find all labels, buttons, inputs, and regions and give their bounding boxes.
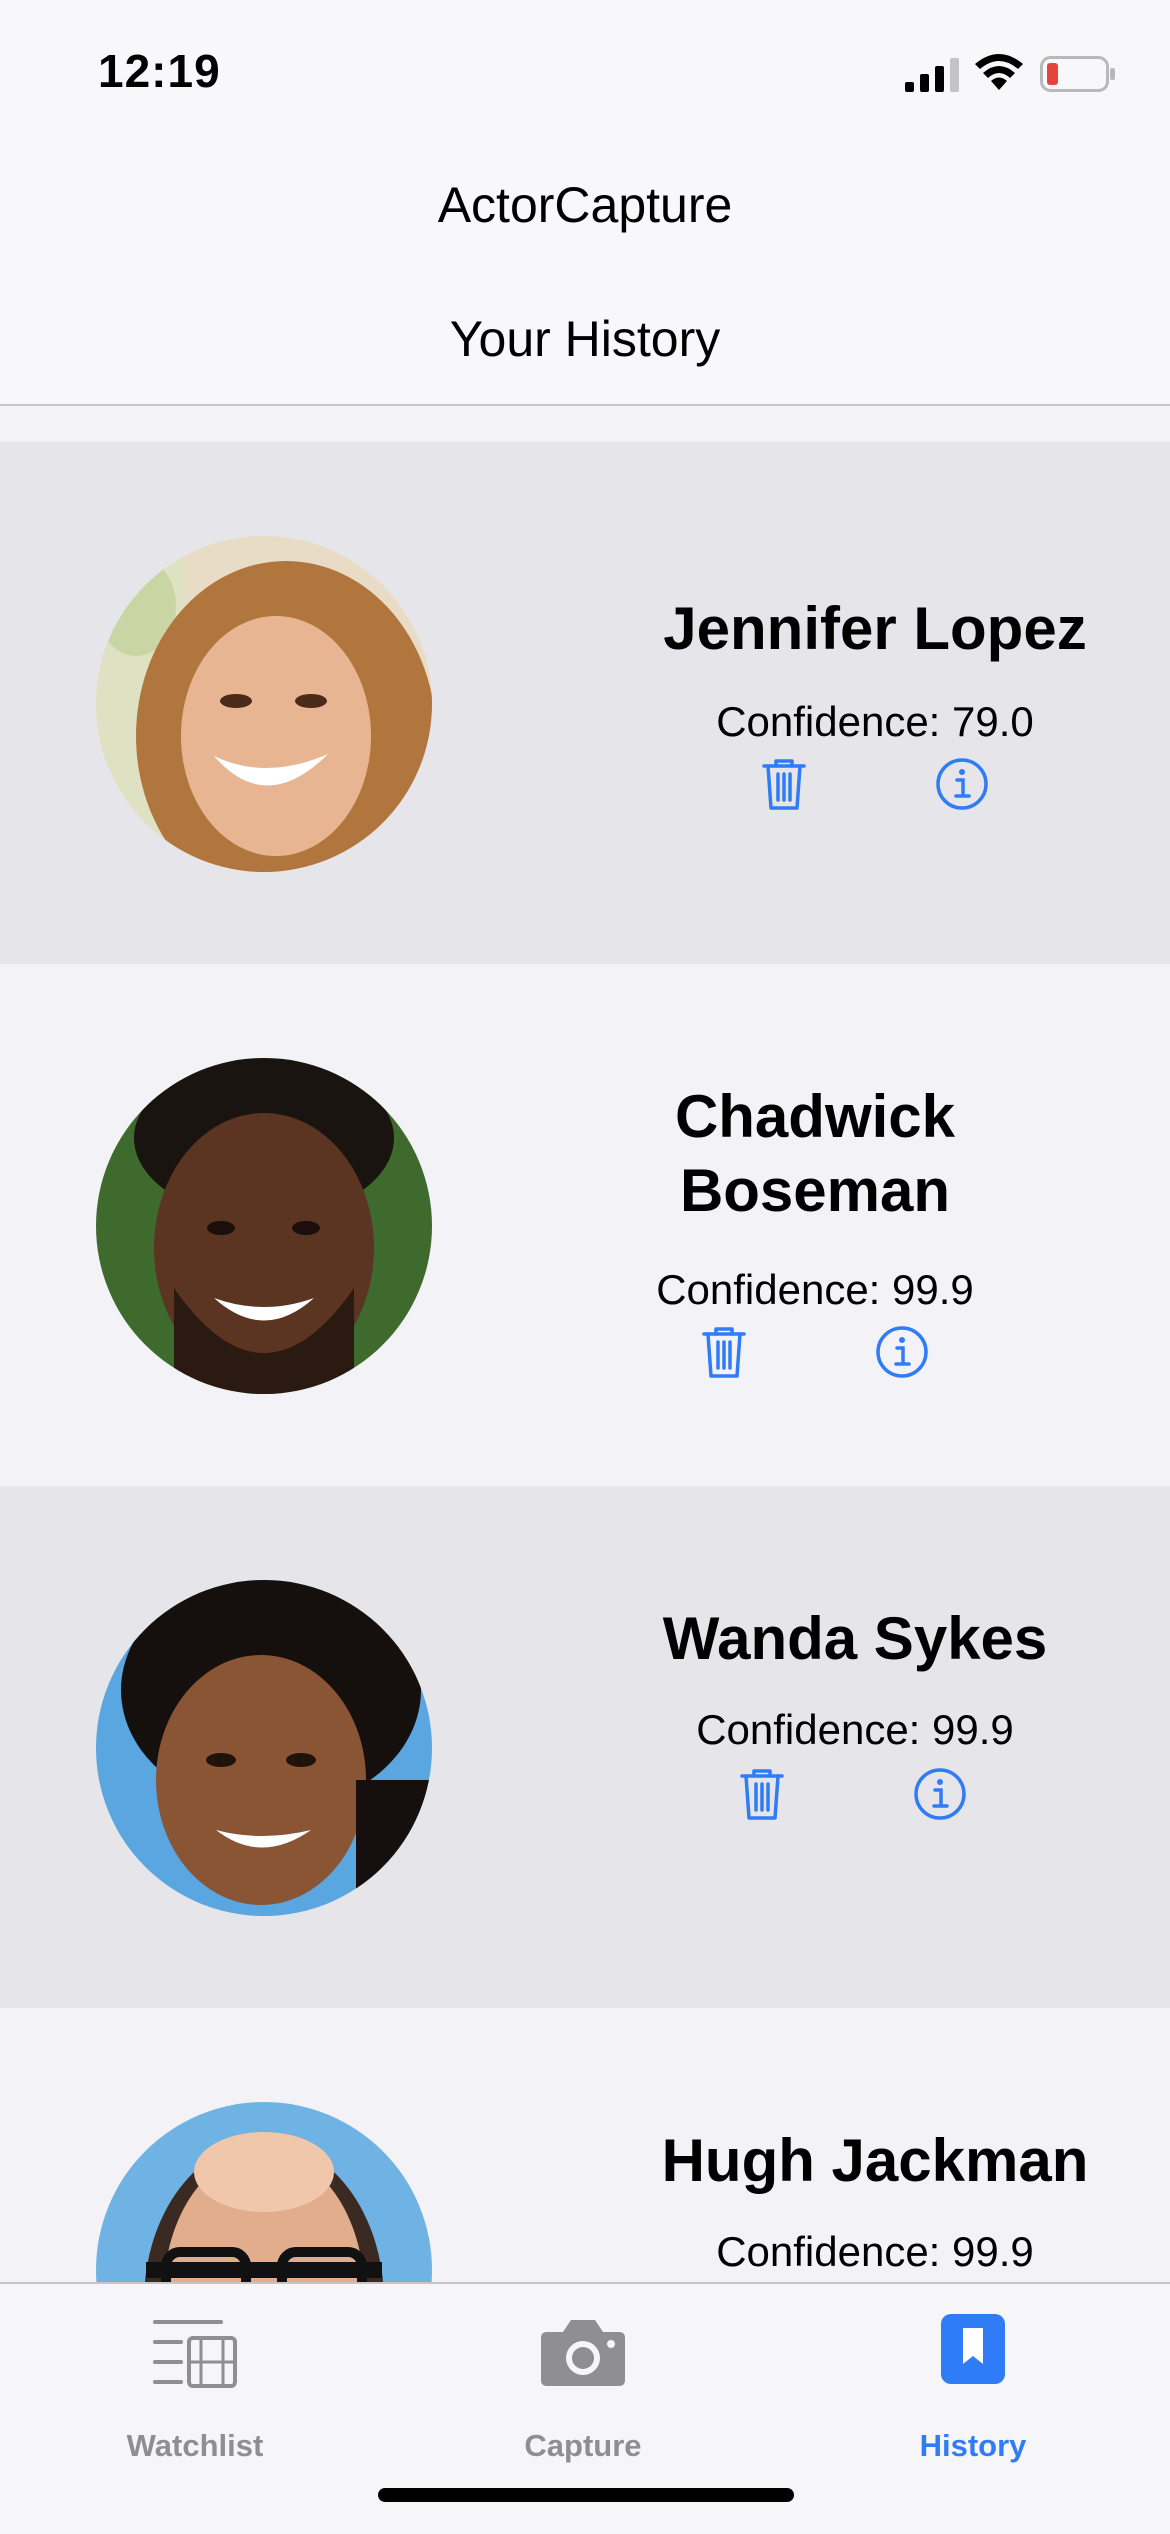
- watchlist-icon: [153, 2320, 237, 2388]
- confidence-label: Confidence: 79.0: [716, 698, 1034, 745]
- actor-photo: [96, 2102, 432, 2282]
- tab-label: History: [919, 2428, 1027, 2463]
- delete-button[interactable]: [754, 754, 814, 814]
- status-time: 12:19: [98, 45, 221, 97]
- actor-photo: [96, 1058, 432, 1394]
- list-item[interactable]: Hugh Jackman Confidence: 99.9: [0, 2008, 1170, 2282]
- page-title: Your History: [449, 311, 721, 367]
- tab-label: Capture: [524, 2428, 642, 2463]
- actor-name: Hugh Jackman: [661, 2127, 1089, 2194]
- wifi-icon: [975, 54, 1023, 90]
- actor-name: Jennifer Lopez: [663, 595, 1087, 662]
- battery-icon: [1040, 56, 1115, 92]
- cellular-signal-icon: [905, 58, 959, 92]
- bookmark-icon: [941, 2314, 1005, 2384]
- info-button[interactable]: [872, 1322, 932, 1382]
- app-title: ActorCapture: [437, 177, 733, 233]
- camera-icon: [541, 2320, 625, 2386]
- info-button[interactable]: [910, 1764, 970, 1824]
- home-indicator[interactable]: [378, 2488, 794, 2502]
- confidence-label: Confidence: 99.9: [716, 2228, 1034, 2275]
- list-item[interactable]: Jennifer Lopez Confidence: 79.0: [0, 442, 1170, 964]
- history-list[interactable]: Jennifer Lopez Confidence: 79.0 Chadwick…: [0, 442, 1170, 2282]
- confidence-label: Confidence: 99.9: [656, 1266, 974, 1313]
- actor-photo: [96, 1580, 432, 1916]
- actor-name: Wanda Sykes: [662, 1605, 1048, 1672]
- delete-button[interactable]: [694, 1322, 754, 1382]
- actor-name: Chadwick Boseman: [674, 1083, 956, 1224]
- tab-label: Watchlist: [126, 2428, 264, 2463]
- info-button[interactable]: [932, 754, 992, 814]
- actor-photo: [96, 536, 432, 872]
- delete-button[interactable]: [732, 1764, 792, 1824]
- list-item[interactable]: Wanda Sykes Confidence: 99.9: [0, 1486, 1170, 2008]
- list-item[interactable]: Chadwick Boseman Confidence: 99.9: [0, 964, 1170, 1486]
- confidence-label: Confidence: 99.9: [696, 1706, 1014, 1753]
- status-bar: 12:19: [0, 0, 1170, 150]
